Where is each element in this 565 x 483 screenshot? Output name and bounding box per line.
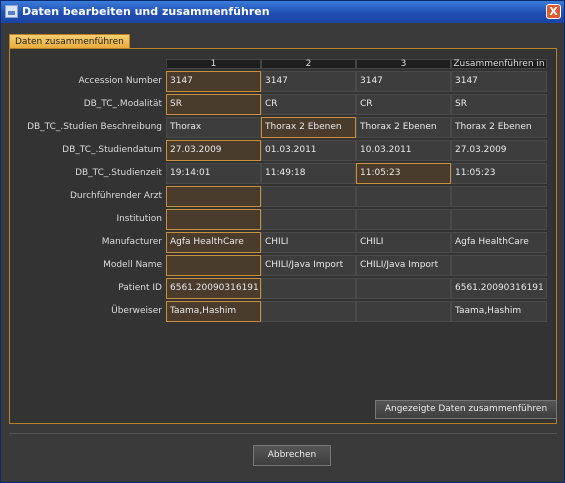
source-value-cell[interactable]	[166, 255, 261, 276]
merge-result-cell[interactable]	[451, 186, 547, 207]
merge-result-cell[interactable]: Taama,Hashim	[451, 301, 547, 322]
row-label: DB_TC_.Studienzeit	[75, 168, 162, 178]
window-title: Daten bearbeiten und zusammenführen	[22, 5, 270, 18]
tab-daten-zusammenfuehren[interactable]: Daten zusammenführen	[9, 34, 130, 49]
source-value-cell[interactable]: 19:14:01	[166, 163, 261, 184]
row-label: Manufacturer	[101, 237, 162, 247]
source-value-cell[interactable]: CR	[261, 94, 356, 115]
source-value-cell[interactable]	[166, 209, 261, 230]
close-icon[interactable]: X	[546, 4, 561, 19]
source-value-cell[interactable]: Thorax 2 Ebenen	[261, 117, 356, 138]
source-value-cell[interactable]	[166, 186, 261, 207]
row-label: Überweiser	[111, 306, 162, 316]
source-value-cell[interactable]: 3147	[261, 71, 356, 92]
source-value-cell[interactable]	[261, 301, 356, 322]
title-bar[interactable]: Daten bearbeiten und zusammenführen X	[1, 1, 564, 23]
source-value-cell[interactable]	[356, 278, 451, 299]
row-label: DB_TC_.Modalität	[83, 99, 162, 109]
merge-result-cell[interactable]: 3147	[451, 71, 547, 92]
source-value-cell[interactable]: 27.03.2009	[166, 140, 261, 161]
merge-result-cell[interactable]: 6561.20090316191	[451, 278, 547, 299]
window-app-icon	[5, 5, 18, 18]
button-bar: Abbrechen	[9, 433, 557, 476]
source-value-cell[interactable]: 6561.20090316191	[166, 278, 261, 299]
source-value-cell[interactable]: CHILI/Java Import	[261, 255, 356, 276]
merge-result-cell[interactable]	[451, 255, 547, 276]
merge-result-cell[interactable]: Thorax 2 Ebenen	[451, 117, 547, 138]
source-value-cell[interactable]	[356, 186, 451, 207]
dialog-window: Daten bearbeiten und zusammenführen X Da…	[0, 0, 565, 483]
merge-result-cell[interactable]	[451, 209, 547, 230]
source-value-cell[interactable]	[356, 301, 451, 322]
source-value-cell[interactable]: Taama,Hashim	[166, 301, 261, 322]
row-label: DB_TC_.Studiendatum	[62, 145, 162, 155]
column-header: 1	[166, 59, 261, 69]
source-value-cell[interactable]	[261, 186, 356, 207]
merge-panel: 1 2 3 Zusammenführen in Accession Number 3147…	[9, 48, 557, 424]
source-value-cell[interactable]	[356, 209, 451, 230]
source-value-cell[interactable]: CHILI/Java Import	[356, 255, 451, 276]
cancel-button[interactable]: Abbrechen	[253, 445, 331, 466]
merge-result-cell[interactable]: SR	[451, 94, 547, 115]
merge-result-cell[interactable]: 27.03.2009	[451, 140, 547, 161]
merge-button[interactable]: Angezeigte Daten zusammenführen	[375, 400, 557, 419]
source-value-cell[interactable]: 11:05:23	[356, 163, 451, 184]
source-value-cell[interactable]: 3147	[356, 71, 451, 92]
row-label: Durchführender Arzt	[69, 191, 162, 201]
row-label: Accession Number	[78, 76, 162, 86]
row-label: Institution	[116, 214, 162, 224]
source-value-cell[interactable]: CHILI	[356, 232, 451, 253]
source-value-cell[interactable]: 10.03.2011	[356, 140, 451, 161]
source-value-cell[interactable]: CR	[356, 94, 451, 115]
source-value-cell[interactable]: SR	[166, 94, 261, 115]
row-label: Modell Name	[103, 260, 162, 270]
merge-result-cell[interactable]: Agfa HealthCare	[451, 232, 547, 253]
source-value-cell[interactable]: Thorax	[166, 117, 261, 138]
row-label: DB_TC_.Studien Beschreibung	[27, 122, 162, 132]
source-value-cell[interactable]: 3147	[166, 71, 261, 92]
source-value-cell[interactable]: 01.03.2011	[261, 140, 356, 161]
column-header: 2	[261, 59, 356, 69]
source-value-cell[interactable]	[261, 278, 356, 299]
column-header: 3	[356, 59, 451, 69]
row-label: Patient ID	[118, 283, 162, 293]
source-value-cell[interactable]: 11:49:18	[261, 163, 356, 184]
source-value-cell[interactable]: CHILI	[261, 232, 356, 253]
source-value-cell[interactable]: Agfa HealthCare	[166, 232, 261, 253]
source-value-cell[interactable]	[261, 209, 356, 230]
column-header: Zusammenführen in	[451, 59, 547, 69]
source-value-cell[interactable]: Thorax 2 Ebenen	[356, 117, 451, 138]
merge-result-cell[interactable]: 11:05:23	[451, 163, 547, 184]
